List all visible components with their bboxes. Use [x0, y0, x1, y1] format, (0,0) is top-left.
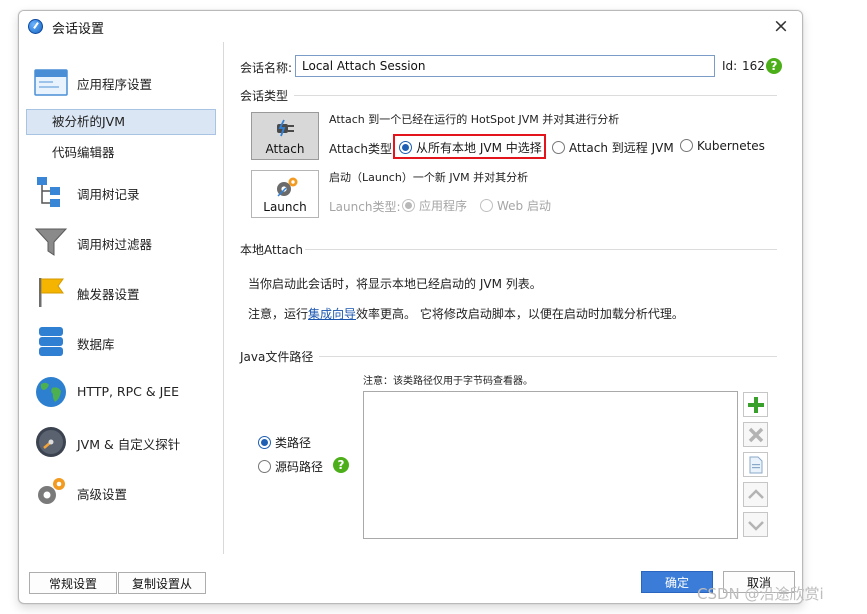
- session-settings-dialog: 会话设置 × 应用程序设置 被分析的JVM 代码编辑器 调用树记录 调用树过滤器…: [18, 10, 803, 604]
- help-icon[interactable]: ?: [333, 457, 349, 473]
- nav-item-trigger-settings[interactable]: 触发器设置: [20, 272, 224, 312]
- launch-type-label: Launch类型:: [329, 200, 401, 214]
- funnel-icon: [34, 228, 68, 256]
- nav-item-databases[interactable]: 数据库: [20, 322, 224, 362]
- plus-icon: [748, 397, 764, 413]
- add-path-button[interactable]: [743, 392, 768, 417]
- radio-dot: [480, 199, 493, 212]
- radio-dot: [680, 139, 693, 152]
- attach-type-label: Attach类型:: [329, 142, 397, 156]
- attach-description: Attach 到一个已经在运行的 HotSpot JVM 并对其进行分析: [329, 113, 620, 126]
- radio-dot: [402, 199, 415, 212]
- session-id-value: 162: [742, 59, 765, 73]
- remove-path-button[interactable]: [743, 422, 768, 447]
- app-icon: [28, 19, 43, 34]
- nav-label: 触发器设置: [77, 287, 140, 302]
- section-title-java-path: Java文件路径: [240, 350, 314, 364]
- general-settings-button[interactable]: 常规设置: [29, 572, 117, 594]
- watermark: CSDN @沿途欣赏i: [697, 585, 824, 603]
- nav-item-profiled-jvm[interactable]: 被分析的JVM: [26, 109, 216, 135]
- nav-label: 调用树过滤器: [77, 237, 153, 252]
- radio-label: Web 启动: [497, 199, 551, 213]
- copy-settings-button[interactable]: 复制设置从: [118, 572, 206, 594]
- settings-nav: 应用程序设置 被分析的JVM 代码编辑器 调用树记录 调用树过滤器 触发器设置 …: [20, 42, 224, 554]
- delete-icon: [748, 427, 764, 443]
- note-text: 效率更高。 它将修改启动脚本，以便在启动时加载分析代理。: [356, 307, 684, 321]
- nav-item-call-tree-recording[interactable]: 调用树记录: [20, 172, 224, 212]
- radio-label: Kubernetes: [697, 139, 765, 153]
- radio-dot: [258, 436, 271, 449]
- database-icon: [39, 327, 63, 356]
- document-icon: [749, 456, 763, 474]
- radio-web-start[interactable]: Web 启动: [480, 197, 551, 214]
- radio-label: Attach 到远程 JVM: [569, 141, 674, 155]
- path-list[interactable]: [363, 391, 738, 539]
- section-divider: [319, 356, 777, 357]
- nav-label: 应用程序设置: [77, 77, 153, 92]
- radio-remote-jvm[interactable]: Attach 到远程 JVM: [552, 139, 674, 156]
- nav-label: 高级设置: [77, 487, 128, 502]
- chevron-up-icon: [748, 489, 764, 499]
- java-path-note: 注意：该类路径仅用于字节码查看器。: [363, 376, 533, 387]
- radio-source-path[interactable]: 源码路径: [258, 458, 323, 475]
- close-button[interactable]: ×: [770, 15, 792, 37]
- section-title-local-attach: 本地Attach: [240, 243, 303, 257]
- nav-label: 调用树记录: [77, 187, 140, 202]
- call-tree-icon: [37, 177, 60, 207]
- gauge-icon: [36, 427, 66, 457]
- launch-description: 启动（Launch）一个新 JVM 并对其分析: [329, 171, 529, 184]
- session-name-input[interactable]: [295, 55, 715, 77]
- radio-label: 类路径: [275, 436, 312, 450]
- local-attach-note: 注意，运行集成向导效率更高。 它将修改启动脚本，以便在启动时加载分析代理。: [248, 305, 684, 322]
- nav-item-jvm-custom-probes[interactable]: JVM & 自定义探针: [20, 422, 224, 462]
- radio-dot: [552, 141, 565, 154]
- nav-item-advanced-settings[interactable]: 高级设置: [20, 472, 224, 512]
- nav-label: 数据库: [77, 337, 115, 352]
- nav-item-call-tree-filters[interactable]: 调用树过滤器: [20, 222, 224, 262]
- radio-kubernetes[interactable]: Kubernetes: [680, 139, 765, 153]
- nav-item-code-editor[interactable]: 代码编辑器: [26, 140, 216, 166]
- nav-item-http-rpc-jee[interactable]: HTTP, RPC & JEE: [20, 372, 224, 412]
- move-down-button[interactable]: [743, 512, 768, 537]
- move-up-button[interactable]: [743, 482, 768, 507]
- launch-button[interactable]: Launch: [251, 170, 319, 218]
- chevron-down-icon: [748, 521, 764, 531]
- plug-icon: [277, 119, 294, 137]
- highlight-annotation: [393, 134, 546, 159]
- radio-label: 源码路径: [275, 460, 324, 474]
- globe-icon: [36, 377, 66, 407]
- session-name-label: 会话名称:: [240, 61, 293, 75]
- window-title: 会话设置: [52, 22, 105, 37]
- attach-button[interactable]: Attach: [251, 112, 319, 160]
- attach-button-label: Attach: [265, 142, 305, 156]
- radio-class-path[interactable]: 类路径: [258, 434, 311, 451]
- flag-icon: [39, 278, 64, 307]
- launch-button-label: Launch: [263, 200, 307, 214]
- radio-label: 应用程序: [419, 199, 468, 213]
- session-id-label: Id:: [722, 59, 738, 73]
- section-divider: [294, 95, 777, 96]
- nav-label: JVM & 自定义探针: [77, 437, 181, 452]
- nav-label: HTTP, RPC & JEE: [77, 384, 180, 399]
- gears-icon: [38, 478, 65, 504]
- title-bar: 会话设置 ×: [19, 11, 802, 41]
- section-title-session-type: 会话类型: [240, 89, 289, 103]
- integration-wizard-link[interactable]: 集成向导: [308, 307, 356, 321]
- window-icon: [34, 69, 68, 96]
- radio-application[interactable]: 应用程序: [402, 197, 467, 214]
- gear-launch-icon: [277, 177, 298, 197]
- local-attach-info: 当你启动此会话时，将显示本地已经启动的 JVM 列表。: [248, 277, 542, 291]
- section-divider: [305, 249, 777, 250]
- help-icon[interactable]: ?: [766, 58, 782, 74]
- edit-path-button[interactable]: [743, 452, 768, 477]
- radio-dot: [258, 460, 271, 473]
- nav-item-app-settings[interactable]: 应用程序设置: [20, 62, 224, 102]
- note-text: 注意，运行: [248, 307, 309, 321]
